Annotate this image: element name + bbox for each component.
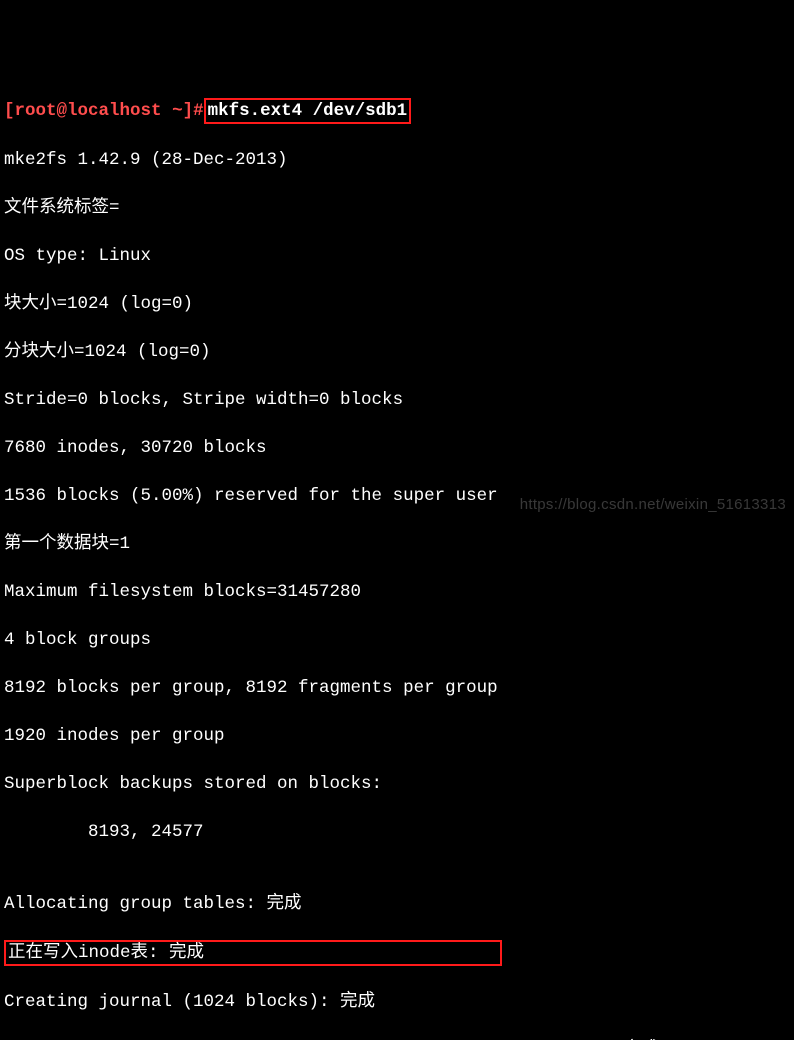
- output-line: 文件系统标签=: [4, 196, 790, 220]
- output-line: Allocating group tables: 完成: [4, 892, 790, 916]
- output-line: 1920 inodes per group: [4, 724, 790, 748]
- prompt-user: root: [15, 99, 57, 123]
- output-line: Superblock backups stored on blocks:: [4, 772, 790, 796]
- prompt-symbol: #: [193, 99, 204, 123]
- output-line: 正在写入inode表: 完成: [4, 940, 790, 966]
- prompt-line[interactable]: [root@localhost ~]#mkfs.ext4 /dev/sdb1: [4, 98, 790, 124]
- bracket-close: ]: [183, 99, 194, 123]
- prompt-host: localhost: [67, 99, 162, 123]
- bracket-open: [: [4, 99, 15, 123]
- output-line: 块大小=1024 (log=0): [4, 292, 790, 316]
- output-line: Maximum filesystem blocks=31457280: [4, 580, 790, 604]
- output-line: 4 block groups: [4, 628, 790, 652]
- output-line: Writing superblocks and filesystem accou…: [4, 1038, 790, 1040]
- output-line: 8192 blocks per group, 8192 fragments pe…: [4, 676, 790, 700]
- prompt-at: @: [57, 99, 68, 123]
- output-line: 7680 inodes, 30720 blocks: [4, 436, 790, 460]
- output-line: Creating journal (1024 blocks): 完成: [4, 990, 790, 1014]
- output-line: OS type: Linux: [4, 244, 790, 268]
- command-highlight: mkfs.ext4 /dev/sdb1: [204, 98, 412, 124]
- watermark: https://blog.csdn.net/weixin_51613313: [520, 493, 786, 517]
- inode-highlight: 正在写入inode表: 完成: [4, 940, 502, 966]
- output-line: Stride=0 blocks, Stripe width=0 blocks: [4, 388, 790, 412]
- output-line: 分块大小=1024 (log=0): [4, 340, 790, 364]
- command-text: mkfs.ext4 /dev/sdb1: [208, 101, 408, 121]
- prompt-dir: ~: [172, 99, 183, 123]
- output-line: mke2fs 1.42.9 (28-Dec-2013): [4, 148, 790, 172]
- output-line: 8193, 24577: [4, 820, 790, 844]
- output-line: 第一个数据块=1: [4, 532, 790, 556]
